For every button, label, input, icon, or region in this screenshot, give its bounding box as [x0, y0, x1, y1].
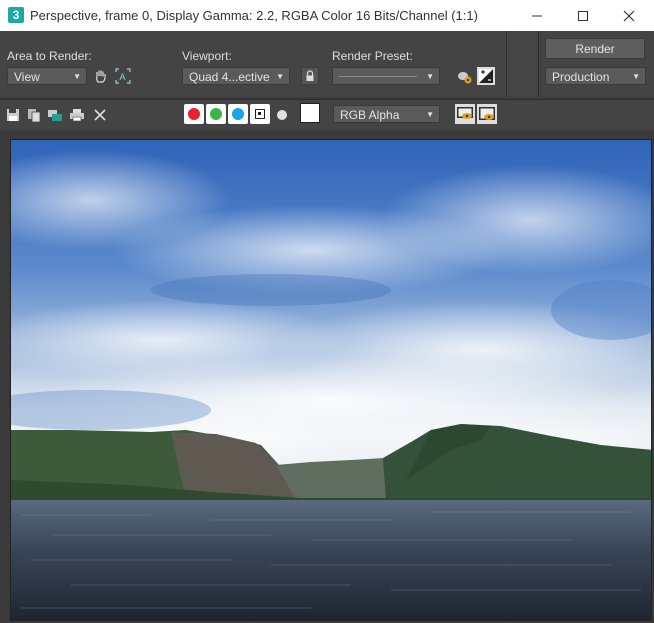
- copy-icon: [28, 109, 41, 122]
- title-bar: 3 Perspective, frame 0, Display Gamma: 2…: [0, 0, 654, 31]
- save-image-button[interactable]: [4, 106, 22, 124]
- blue-channel-toggle[interactable]: [228, 104, 248, 124]
- print-image-button[interactable]: [68, 106, 86, 124]
- monochrome-toggle[interactable]: [273, 106, 291, 124]
- clone-window-button[interactable]: [46, 106, 64, 124]
- auto-region-button[interactable]: A: [114, 67, 132, 85]
- render-setup-button[interactable]: [455, 67, 473, 85]
- green-channel-toggle[interactable]: [206, 104, 226, 124]
- environment-exposure-button[interactable]: [477, 67, 495, 85]
- viewport-value: Quad 4...ective: [189, 70, 270, 84]
- hand-icon: [96, 70, 106, 83]
- teapot-gear-icon: [458, 72, 472, 84]
- pan-hand-button[interactable]: [92, 67, 110, 85]
- clone-icon: [48, 110, 62, 121]
- render-button[interactable]: Render: [545, 38, 645, 59]
- toggle-ui-button[interactable]: [477, 104, 497, 124]
- render-settings-panel: [0, 31, 507, 97]
- svg-text:A: A: [120, 72, 126, 82]
- red-channel-icon: [188, 108, 200, 120]
- chevron-down-icon: ▼: [73, 72, 81, 81]
- rendered-image[interactable]: [10, 139, 652, 621]
- close-icon: [623, 10, 635, 21]
- app-logo-icon: 3: [8, 7, 24, 23]
- chevron-down-icon: ▼: [426, 72, 434, 81]
- chevron-down-icon: ▼: [632, 72, 640, 81]
- area-to-render-label: Area to Render:: [7, 49, 92, 63]
- red-channel-toggle[interactable]: [184, 104, 204, 124]
- minimize-icon: [532, 15, 542, 16]
- save-icon: [7, 109, 19, 121]
- channel-display-value: RGB Alpha: [340, 108, 400, 122]
- channel-display-dropdown[interactable]: RGB Alpha ▼: [333, 105, 440, 123]
- print-icon: [70, 109, 84, 122]
- preset-separator: [339, 76, 417, 77]
- minimize-button[interactable]: [514, 0, 560, 31]
- display-overlay-icon: [457, 107, 473, 119]
- window-title: Perspective, frame 0, Display Gamma: 2.2…: [30, 8, 478, 23]
- close-button[interactable]: [606, 0, 652, 31]
- chevron-down-icon: ▼: [426, 110, 434, 119]
- render-preset-dropdown[interactable]: ▼: [332, 67, 440, 85]
- monochrome-icon: [277, 110, 287, 120]
- viewport-label: Viewport:: [182, 49, 232, 63]
- blue-channel-icon: [232, 108, 244, 120]
- render-preset-label: Render Preset:: [332, 49, 413, 63]
- alpha-channel-icon: [255, 109, 265, 119]
- auto-region-icon: A: [115, 68, 131, 84]
- area-to-render-dropdown[interactable]: View ▼: [7, 67, 87, 85]
- maximize-button[interactable]: [560, 0, 606, 31]
- area-to-render-value: View: [14, 70, 40, 84]
- alpha-channel-toggle[interactable]: [250, 104, 270, 124]
- viewport-dropdown[interactable]: Quad 4...ective ▼: [182, 67, 290, 85]
- clear-icon: [94, 109, 106, 121]
- clear-image-button[interactable]: [91, 106, 109, 124]
- copy-image-button[interactable]: [25, 106, 43, 124]
- chevron-down-icon: ▼: [276, 72, 284, 81]
- lock-icon: [306, 70, 314, 81]
- production-value: Production: [552, 70, 610, 84]
- display-toggle-icon: [479, 107, 495, 120]
- maximize-icon: [578, 10, 588, 21]
- exposure-icon: [479, 69, 493, 83]
- toggle-ui-overlay-button[interactable]: [455, 104, 475, 124]
- green-channel-icon: [210, 108, 222, 120]
- background-color-swatch[interactable]: [300, 103, 320, 123]
- rendered-landscape-image: [11, 140, 651, 620]
- lock-viewport-button[interactable]: [301, 67, 319, 85]
- production-dropdown[interactable]: Production ▼: [545, 67, 646, 85]
